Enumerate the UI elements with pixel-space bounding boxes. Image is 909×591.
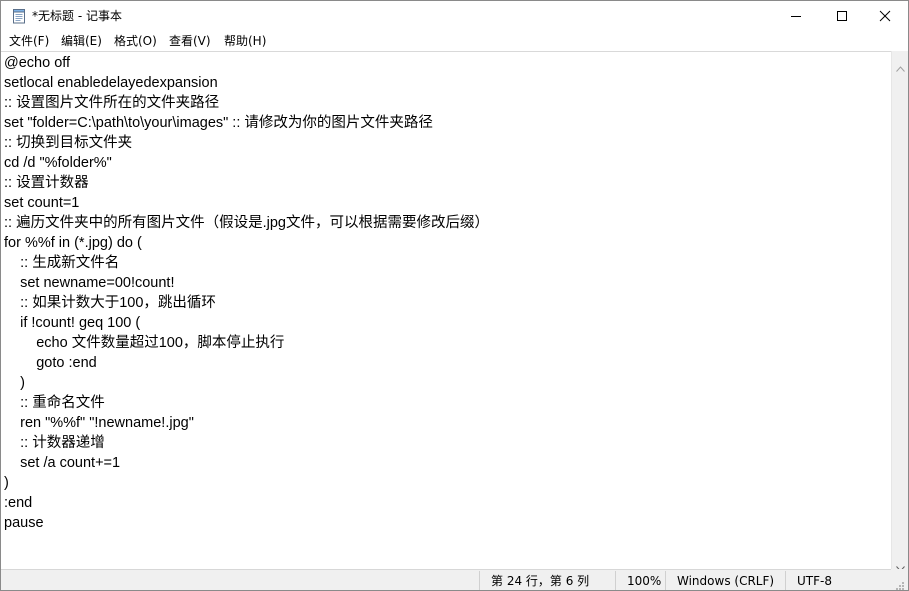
status-divider bbox=[479, 571, 480, 590]
status-divider bbox=[785, 571, 786, 590]
maximize-icon bbox=[836, 10, 848, 22]
menu-view[interactable]: 查看(V) bbox=[169, 33, 211, 49]
text-editor[interactable]: @echo off setlocal enabledelayedexpansio… bbox=[1, 51, 891, 570]
menu-file[interactable]: 文件(F) bbox=[9, 33, 49, 49]
status-line-ending: Windows (CRLF) bbox=[677, 574, 775, 588]
scroll-up-icon[interactable] bbox=[896, 57, 905, 76]
menu-bar: 文件(F) 编辑(E) 格式(O) 查看(V) 帮助(H) bbox=[1, 31, 908, 51]
status-cursor-position: 第 24 行，第 6 列 bbox=[491, 574, 590, 588]
notepad-icon bbox=[11, 8, 27, 24]
window-title: *无标题 - 记事本 bbox=[32, 9, 122, 23]
status-bar: 第 24 行，第 6 列 100% Windows (CRLF) UTF-8 bbox=[1, 569, 891, 590]
menu-help[interactable]: 帮助(H) bbox=[224, 33, 266, 49]
minimize-button[interactable] bbox=[773, 1, 819, 31]
resize-grip-icon[interactable] bbox=[895, 576, 905, 590]
minimize-icon bbox=[790, 10, 802, 22]
notepad-window: *无标题 - 记事本 文件(F) 编辑(E) 格式(O) 查看(V) 帮助(H) bbox=[0, 0, 909, 591]
editor-content[interactable]: @echo off setlocal enabledelayedexpansio… bbox=[4, 53, 489, 533]
status-encoding: UTF-8 bbox=[797, 574, 832, 588]
status-divider bbox=[615, 571, 616, 590]
status-zoom: 100% bbox=[627, 574, 662, 588]
close-button[interactable] bbox=[862, 1, 908, 31]
vertical-scrollbar[interactable] bbox=[891, 51, 908, 572]
menu-format[interactable]: 格式(O) bbox=[114, 33, 157, 49]
status-divider bbox=[665, 571, 666, 590]
maximize-button[interactable] bbox=[819, 1, 865, 31]
title-bar[interactable]: *无标题 - 记事本 bbox=[1, 1, 908, 31]
menu-edit[interactable]: 编辑(E) bbox=[61, 33, 102, 49]
close-icon bbox=[879, 10, 891, 22]
